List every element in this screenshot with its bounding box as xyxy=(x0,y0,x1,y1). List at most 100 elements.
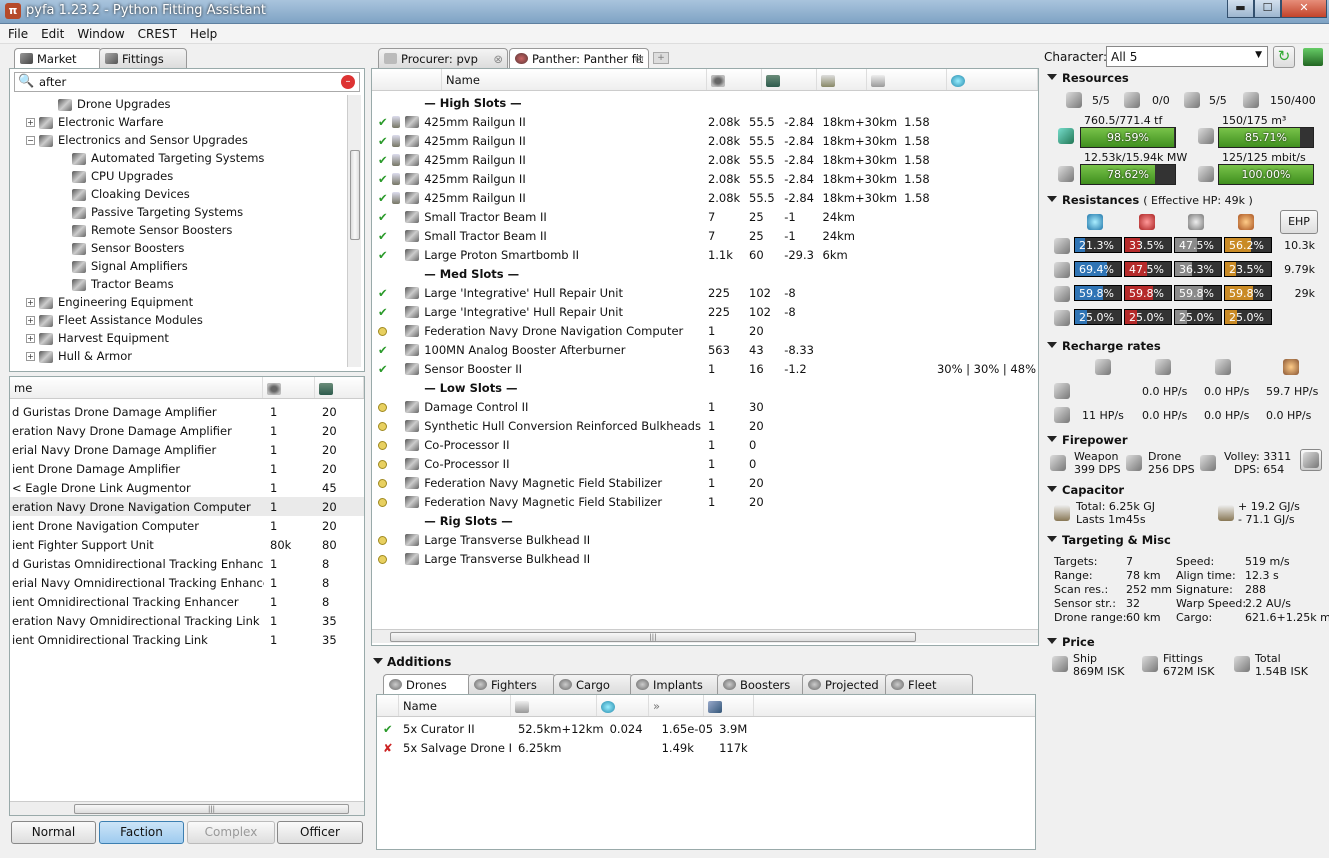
module-state[interactable] xyxy=(372,549,390,568)
module-state[interactable] xyxy=(372,454,390,473)
tree-item[interactable]: CPU Upgrades xyxy=(10,167,346,185)
market-item-row[interactable]: ient Drone Damage Amplifier 1 20 xyxy=(10,459,364,478)
items-col-pg[interactable] xyxy=(315,377,364,398)
items-hscroll[interactable]: ||| xyxy=(10,801,364,815)
tab-fit-panther[interactable]: Panther: Panther fit ⊗ xyxy=(509,48,649,68)
tree-item[interactable]: Passive Targeting Systems xyxy=(10,203,346,221)
search-box[interactable]: 🔍 after – xyxy=(14,72,360,92)
module-state[interactable] xyxy=(372,264,390,283)
market-item-row[interactable]: eration Navy Drone Damage Amplifier 1 20 xyxy=(10,421,364,440)
fit-col-name[interactable]: Name xyxy=(442,69,707,90)
items-col-name[interactable]: me xyxy=(10,377,263,398)
module-state[interactable]: ✔ xyxy=(372,188,390,207)
module-state[interactable]: ✔ xyxy=(372,131,390,150)
module-state[interactable]: ✔ xyxy=(372,340,390,359)
market-item-row[interactable]: ient Drone Navigation Computer 1 20 xyxy=(10,516,364,535)
expand-icon[interactable]: + xyxy=(26,118,35,127)
module-row[interactable]: ✔ 425mm Railgun II 2.08k 55.5 -2.84 18km+30km… xyxy=(372,112,1038,131)
meta-officer-button[interactable]: Officer xyxy=(277,821,363,844)
tree-item[interactable]: Signal Amplifiers xyxy=(10,257,346,275)
close-tab-icon[interactable]: ⊗ xyxy=(493,52,503,66)
module-row[interactable]: ✔ Large Proton Smartbomb II 1.1k 60 -29.3 6km xyxy=(372,245,1038,264)
tab-fittings[interactable]: Fittings xyxy=(99,48,187,68)
menu-help[interactable]: Help xyxy=(182,24,222,41)
module-row[interactable]: ✔ 425mm Railgun II 2.08k 55.5 -2.84 18km+30km… xyxy=(372,131,1038,150)
module-state[interactable] xyxy=(372,321,390,340)
module-row[interactable]: Damage Control II 1 30 xyxy=(372,397,1038,416)
module-state[interactable] xyxy=(372,378,390,397)
module-state[interactable] xyxy=(372,530,390,549)
search-input[interactable]: after xyxy=(39,75,66,89)
module-row[interactable]: Large Transverse Bulkhead II xyxy=(372,549,1038,568)
meta-normal-button[interactable]: Normal xyxy=(11,821,96,844)
tree-item[interactable]: Automated Targeting Systems xyxy=(10,149,346,167)
market-item-row[interactable]: ient Omnidirectional Tracking Link 1 35 xyxy=(10,630,364,649)
close-tab-icon[interactable]: ⊗ xyxy=(634,52,644,66)
module-row[interactable]: ✔ Large 'Integrative' Hull Repair Unit 225… xyxy=(372,302,1038,321)
module-state[interactable] xyxy=(372,416,390,435)
tab-fit-procurer[interactable]: Procurer: pvp ⊗ xyxy=(378,48,508,68)
market-item-row[interactable]: erial Navy Drone Damage Amplifier 1 20 xyxy=(10,440,364,459)
expand-icon[interactable]: + xyxy=(26,298,35,307)
tree-item[interactable]: + Electronic Warfare xyxy=(10,113,346,131)
drone-col-damage[interactable] xyxy=(704,695,754,716)
targeting-header[interactable]: Targeting & Misc xyxy=(1045,533,1325,549)
recharge-header[interactable]: Recharge rates xyxy=(1045,339,1325,355)
module-row[interactable]: ✔ Small Tractor Beam II 7 25 -1 24km xyxy=(372,226,1038,245)
additions-title[interactable]: Additions xyxy=(373,655,451,669)
market-item-row[interactable]: ient Omnidirectional Tracking Enhancer 1 8 xyxy=(10,592,364,611)
market-item-row[interactable]: < Eagle Drone Link Augmentor 1 45 xyxy=(10,478,364,497)
expand-icon[interactable]: + xyxy=(26,352,35,361)
module-state[interactable]: ✔ xyxy=(372,245,390,264)
tab-fleet[interactable]: Fleet xyxy=(885,674,973,694)
collapse-icon[interactable]: − xyxy=(26,136,35,145)
fit-col-cpu[interactable] xyxy=(707,69,762,90)
market-item-row[interactable]: eration Navy Omnidirectional Tracking Li… xyxy=(10,611,364,630)
fit-col-pg[interactable] xyxy=(762,69,817,90)
fit-col-range[interactable] xyxy=(867,69,947,90)
tree-item[interactable]: Drone Upgrades xyxy=(10,95,346,113)
ehp-toggle-button[interactable]: EHP xyxy=(1280,210,1318,234)
drone-row[interactable]: ✔ 5x Curator II 52.5km+12km 0.024 1.65e-05 3.… xyxy=(377,719,750,738)
pyfa-app-icon[interactable]: π xyxy=(5,3,21,19)
maximize-icon[interactable]: ☐ xyxy=(1254,0,1281,18)
module-state[interactable]: ✔ xyxy=(372,169,390,188)
refresh-icon[interactable]: ↻ xyxy=(1273,46,1295,68)
module-state[interactable]: ✔ xyxy=(372,150,390,169)
module-state[interactable]: ✔ xyxy=(372,359,390,378)
drone-row[interactable]: ✘ 5x Salvage Drone I 6.25km 1.49k 117k xyxy=(377,738,750,757)
resistances-header[interactable]: Resistances ( Effective HP: 49k ) xyxy=(1045,193,1325,209)
module-state[interactable]: ✔ xyxy=(372,302,390,321)
firepower-header[interactable]: Firepower xyxy=(1045,433,1325,449)
market-item-row[interactable]: ient Fighter Support Unit 80k 80 xyxy=(10,535,364,554)
tab-fighters[interactable]: Fighters xyxy=(468,674,556,694)
module-row[interactable]: ✔ Sensor Booster II 1 16 -1.2 30% | 30% | 48% xyxy=(372,359,1038,378)
clear-search-icon[interactable]: – xyxy=(341,75,355,89)
tree-item[interactable]: + Hull & Armor xyxy=(10,347,346,365)
module-row[interactable]: Federation Navy Drone Navigation Compute… xyxy=(372,321,1038,340)
expand-icon[interactable]: + xyxy=(26,316,35,325)
tab-market[interactable]: Market xyxy=(14,48,102,68)
module-row[interactable]: ✔ 425mm Railgun II 2.08k 55.5 -2.84 18km+30km… xyxy=(372,188,1038,207)
module-state[interactable] xyxy=(372,492,390,511)
module-row[interactable]: ✔ Large 'Integrative' Hull Repair Unit 225… xyxy=(372,283,1038,302)
tree-item[interactable]: Tractor Beams xyxy=(10,275,346,293)
module-state[interactable] xyxy=(372,473,390,492)
tab-boosters[interactable]: Boosters xyxy=(717,674,805,694)
drone-col-range[interactable] xyxy=(511,695,597,716)
fit-col-cap[interactable] xyxy=(817,69,867,90)
new-tab-icon[interactable]: + xyxy=(653,52,669,64)
module-state[interactable] xyxy=(372,397,390,416)
module-state[interactable]: ✔ xyxy=(372,112,390,131)
module-state[interactable]: ✔ xyxy=(372,207,390,226)
tree-item[interactable]: − Electronics and Sensor Upgrades xyxy=(10,131,346,149)
tree-item[interactable]: Remote Sensor Boosters xyxy=(10,221,346,239)
price-header[interactable]: Price xyxy=(1045,635,1325,651)
character-select[interactable]: All 5 ▼ xyxy=(1106,46,1268,67)
module-row[interactable]: Federation Navy Magnetic Field Stabilize… xyxy=(372,492,1038,511)
meta-faction-button[interactable]: Faction xyxy=(99,821,184,844)
tree-item[interactable]: Cloaking Devices xyxy=(10,185,346,203)
module-state[interactable]: ✔ xyxy=(372,283,390,302)
module-state[interactable] xyxy=(372,511,390,530)
module-row[interactable]: Co-Processor II 1 0 xyxy=(372,435,1038,454)
